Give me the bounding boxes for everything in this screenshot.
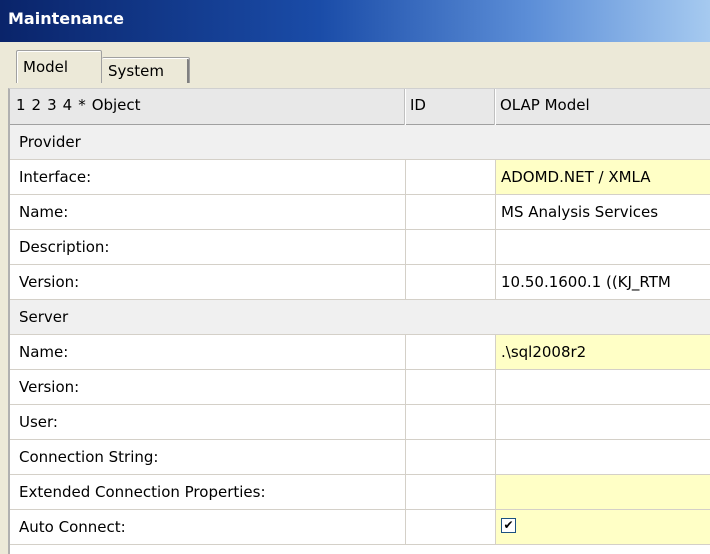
level-3-button[interactable]: 3 [47,96,57,114]
id-cell[interactable] [405,440,495,474]
field-label: Extended Connection Properties: [19,483,266,501]
field-label: Description: [19,238,110,256]
table-row[interactable]: Interface: ADOMD.NET / XMLA [10,160,710,195]
olap-model-value-cell[interactable]: ✔ [495,510,710,544]
id-cell[interactable] [405,475,495,509]
id-cell[interactable] [405,230,495,264]
grid-header: 1 2 3 4 * Object ID OLAP Model [10,89,710,125]
field-label: Auto Connect: [19,518,126,536]
id-cell[interactable] [405,405,495,439]
title-bar: Maintenance [0,0,710,42]
level-4-button[interactable]: 4 [63,96,73,114]
olap-model-value-cell[interactable]: 10.50.1600.1 ((KJ_RTM [495,265,710,299]
field-label: Name: [19,343,69,361]
column-header-olap-model[interactable]: OLAP Model [500,96,590,114]
id-cell[interactable] [405,510,495,544]
id-cell[interactable] [405,265,495,299]
level-buttons: 1 2 3 4 * Object [16,96,147,114]
id-cell[interactable] [405,160,495,194]
column-header-id[interactable]: ID [410,96,426,114]
field-label: Version: [19,378,80,396]
header-separator[interactable] [405,89,406,125]
column-header-object[interactable]: Object [92,96,141,114]
table-row[interactable]: Auto Connect: ✔ [10,510,710,545]
tab-strip: Model System [0,42,710,90]
table-row[interactable]: Version: 10.50.1600.1 ((KJ_RTM [10,265,710,300]
auto-connect-checkbox[interactable]: ✔ [501,518,516,533]
olap-model-value-cell[interactable] [495,475,710,509]
header-separator[interactable] [495,89,496,125]
section-header-row[interactable]: Server [10,300,710,335]
table-row[interactable]: Description: [10,230,710,265]
table-row[interactable]: User: [10,405,710,440]
section-label: Server [19,308,69,326]
olap-model-value-cell[interactable]: .\sql2008r2 [495,335,710,369]
table-row[interactable]: Extended Connection Properties: [10,475,710,510]
olap-model-value-cell[interactable] [495,370,710,404]
id-cell[interactable] [405,335,495,369]
level-all-button[interactable]: * [78,96,86,114]
level-2-button[interactable]: 2 [32,96,42,114]
field-label: User: [19,413,58,431]
tab-system[interactable]: System [102,57,190,83]
level-1-button[interactable]: 1 [16,96,26,114]
model-grid: 1 2 3 4 * Object ID OLAP Model Provider Interf… [8,88,710,554]
field-label: Name: [19,203,69,221]
olap-model-value-cell[interactable] [495,230,710,264]
field-label: Interface: [19,168,92,186]
window-title: Maintenance [8,9,125,28]
table-row[interactable]: Name: .\sql2008r2 [10,335,710,370]
table-row[interactable]: Version: [10,370,710,405]
table-row[interactable]: Name: MS Analysis Services [10,195,710,230]
id-cell[interactable] [405,370,495,404]
id-cell[interactable] [405,195,495,229]
olap-model-value-cell[interactable] [495,405,710,439]
section-label: Provider [19,133,81,151]
section-header-row[interactable]: Provider [10,125,710,160]
field-label: Version: [19,273,80,291]
table-row[interactable]: Connection String: [10,440,710,475]
olap-model-value-cell[interactable]: ADOMD.NET / XMLA [495,160,710,194]
olap-model-value-cell[interactable]: MS Analysis Services [495,195,710,229]
tab-model[interactable]: Model [16,50,102,83]
olap-model-value-cell[interactable] [495,440,710,474]
field-label: Connection String: [19,448,159,466]
